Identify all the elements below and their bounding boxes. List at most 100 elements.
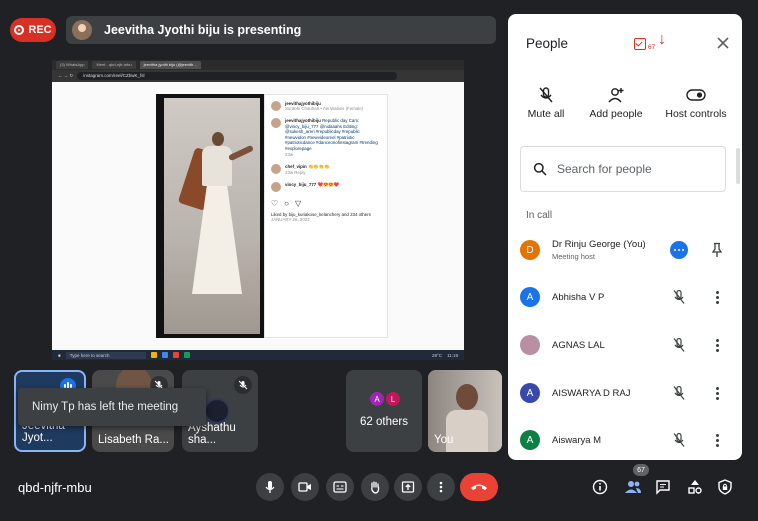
edge-icon bbox=[161, 352, 168, 358]
record-icon bbox=[14, 25, 25, 35]
mic-off-icon bbox=[673, 337, 685, 352]
more-actions-button[interactable] bbox=[668, 239, 690, 261]
more-vert-icon bbox=[439, 481, 443, 493]
raise-hand-button[interactable] bbox=[361, 473, 389, 501]
more-actions-button[interactable] bbox=[706, 382, 728, 404]
more-vert-icon bbox=[715, 433, 719, 447]
caption-username: jeevithajyothibiju bbox=[285, 118, 321, 123]
pin-button[interactable] bbox=[706, 239, 728, 261]
more-options-button[interactable] bbox=[427, 473, 455, 501]
camera-button[interactable] bbox=[291, 473, 319, 501]
recording-label: REC bbox=[28, 24, 52, 36]
phone-hangup-icon bbox=[471, 484, 487, 490]
nav-arrows-icon: ← → ↻ bbox=[58, 73, 74, 78]
avatar: A bbox=[520, 430, 540, 450]
microphone-icon bbox=[265, 481, 275, 493]
meeting-code: qbd-njfr-mbu bbox=[18, 480, 92, 495]
avatar: A bbox=[520, 287, 540, 307]
avatar bbox=[271, 163, 281, 174]
participant-row[interactable]: A Aiswarya M bbox=[520, 425, 732, 455]
panel-scrollbar[interactable] bbox=[736, 148, 740, 184]
avatar: L bbox=[386, 392, 400, 406]
comment-icon: ○ bbox=[284, 198, 290, 208]
captions-button[interactable] bbox=[326, 473, 354, 501]
in-call-label: In call bbox=[526, 210, 553, 221]
windows-taskbar: ■ Type here to search 28°C 11:19 bbox=[52, 350, 464, 360]
mute-participant-button[interactable] bbox=[668, 334, 690, 356]
close-button[interactable] bbox=[714, 34, 732, 52]
participant-name: Dr Rinju George (You) bbox=[552, 239, 646, 250]
participant-row[interactable]: D Dr Rinju George (You) Meeting host bbox=[520, 235, 732, 265]
task-count: 67 bbox=[648, 44, 656, 51]
taskbar-weather: 28°C bbox=[432, 352, 443, 358]
mic-off-icon bbox=[539, 87, 553, 103]
panel-title: People bbox=[526, 36, 569, 51]
participant-count-badge: 67 bbox=[633, 464, 649, 476]
likes-text: Liked by biju_kuriakose_kelanchery and 2… bbox=[271, 211, 371, 217]
hand-icon bbox=[371, 481, 380, 494]
participant-name: AISWARYA D RAJ bbox=[552, 387, 631, 399]
avatar: A bbox=[520, 383, 540, 403]
mic-off-icon bbox=[673, 385, 685, 400]
post-actions: ♡ ○ ▽ bbox=[271, 199, 381, 208]
comment-text: ❤️😍😍❤️ bbox=[317, 181, 340, 187]
participant-row[interactable]: A AISWARYA D RAJ bbox=[520, 378, 732, 408]
video-scene bbox=[164, 98, 260, 334]
participant-role: Meeting host bbox=[552, 252, 595, 261]
present-button[interactable] bbox=[394, 473, 422, 501]
arrow-down-icon: ↓ bbox=[658, 31, 666, 48]
url-text: instagram.com/reel/CZbwK_fsl bbox=[77, 72, 398, 80]
more-actions-button[interactable] bbox=[706, 429, 728, 451]
mute-all-button[interactable]: Mute all bbox=[508, 82, 584, 120]
presenter-avatar bbox=[72, 20, 92, 40]
presenter-text: Jeevitha Jyothi biju is presenting bbox=[104, 23, 302, 37]
others-count: 62 others bbox=[360, 416, 408, 428]
taskbar-time: 11:19 bbox=[447, 352, 458, 358]
mute-participant-button[interactable] bbox=[668, 429, 690, 451]
activities-button[interactable] bbox=[684, 476, 706, 498]
chat-button[interactable] bbox=[652, 476, 674, 498]
post-header: jeevithajyothibiju Surabhi Chauhan • Aw … bbox=[271, 101, 381, 111]
participant-name: Lisabeth Ra... bbox=[98, 434, 169, 446]
microphone-button[interactable] bbox=[256, 473, 284, 501]
host-controls-button[interactable] bbox=[714, 476, 736, 498]
mute-participant-button[interactable] bbox=[668, 286, 690, 308]
mic-off-icon bbox=[673, 432, 685, 447]
reel-video bbox=[156, 94, 264, 338]
mic-off-icon bbox=[673, 289, 685, 304]
activities-icon bbox=[688, 480, 702, 494]
more-actions-button[interactable] bbox=[706, 334, 728, 356]
self-tile[interactable]: You bbox=[428, 370, 502, 452]
participant-row[interactable]: A Abhisha V P bbox=[520, 282, 732, 312]
add-people-button[interactable]: Add people bbox=[578, 82, 654, 120]
recording-badge[interactable]: REC bbox=[10, 18, 56, 42]
task-check-icon bbox=[634, 38, 646, 50]
windows-start-icon: ■ bbox=[58, 352, 61, 358]
people-button[interactable] bbox=[622, 476, 644, 498]
host-controls-panel-button[interactable]: Host controls bbox=[658, 82, 734, 120]
browser-url-bar: ← → ↻ instagram.com/reel/CZbwK_fsl bbox=[52, 70, 464, 82]
browser-tab: Meet - qbd-njfr-mbu bbox=[92, 61, 136, 69]
post-audio: Surabhi Chauhan • Aw Wabsis (Female) bbox=[285, 106, 364, 111]
avatar bbox=[271, 181, 281, 192]
host-controls-label: Host controls bbox=[665, 108, 727, 120]
chat-icon bbox=[656, 480, 670, 495]
taskbar-search: Type here to search bbox=[65, 351, 146, 359]
mic-off-icon bbox=[234, 376, 252, 394]
end-call-button[interactable] bbox=[460, 473, 498, 501]
more-actions-button[interactable] bbox=[706, 286, 728, 308]
add-person-icon bbox=[608, 88, 624, 103]
others-tile[interactable]: A L 62 others bbox=[346, 370, 422, 452]
participant-row[interactable]: AGNAS LAL bbox=[520, 330, 732, 360]
meeting-details-button[interactable] bbox=[589, 476, 611, 498]
dancer-head bbox=[212, 132, 224, 146]
present-screen-icon bbox=[401, 481, 415, 493]
avatar: A bbox=[370, 392, 384, 406]
pin-icon bbox=[711, 242, 723, 257]
mute-all-label: Mute all bbox=[527, 108, 565, 120]
others-avatars: A L bbox=[370, 392, 400, 406]
comment: vincy_biju_777 ❤️😍😍❤️ bbox=[271, 181, 381, 192]
dancer-arm bbox=[227, 144, 255, 162]
search-input[interactable]: Search for people bbox=[520, 146, 726, 192]
mute-participant-button[interactable] bbox=[668, 382, 690, 404]
